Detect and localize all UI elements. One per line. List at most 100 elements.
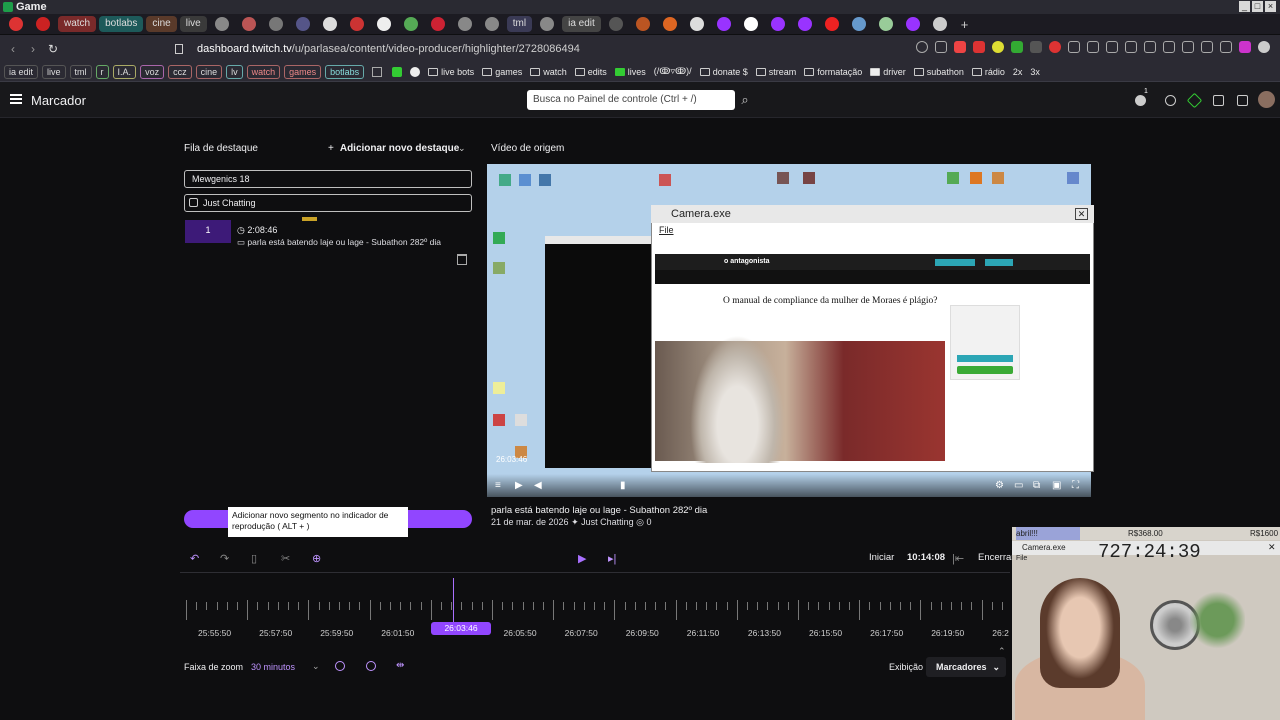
minimize-button[interactable]: _ [1239, 1, 1250, 12]
extension-icon[interactable] [1125, 41, 1137, 53]
tab-icon[interactable] [905, 17, 920, 31]
timeline-play-icon[interactable]: ▶ [578, 552, 586, 565]
search-icon[interactable]: ⌕ [736, 90, 754, 110]
extension-icon[interactable] [392, 66, 403, 77]
scissors-icon[interactable]: ✂ [281, 552, 290, 565]
tab-tml[interactable]: tml [506, 16, 533, 32]
extension-icon[interactable] [1049, 41, 1061, 53]
miniplayer-icon[interactable]: ▣ [1052, 481, 1062, 491]
add-highlight-button[interactable]: Adicionar novo destaque [328, 143, 459, 154]
chevron-down-icon[interactable]: ⌄ [458, 143, 466, 154]
tab-icon[interactable] [932, 17, 947, 31]
timeline-ruler[interactable] [184, 600, 1197, 620]
tab-watch[interactable]: watch [58, 16, 97, 32]
tab-icon[interactable] [9, 17, 23, 31]
avatar[interactable] [1258, 91, 1275, 108]
bookmark-icon[interactable] [175, 43, 183, 54]
folder-subathon[interactable]: subathon [913, 67, 964, 77]
leo-icon[interactable] [1239, 41, 1251, 53]
chapters-icon[interactable]: ≡ [495, 481, 505, 491]
extension-icon[interactable] [1030, 41, 1042, 53]
tab-cine[interactable]: cine [146, 16, 177, 32]
tab-icon[interactable] [484, 17, 499, 31]
fit-icon[interactable]: ⇹ [396, 660, 404, 671]
view-select[interactable]: Marcadores ⌄ [926, 657, 1006, 677]
bookmark-tml[interactable]: tml [69, 64, 92, 79]
bookmark-botlabs[interactable]: botlabs [325, 64, 365, 79]
tab-icon[interactable] [430, 17, 445, 31]
bookmark-ia[interactable]: I.A. [112, 64, 137, 79]
sidebar-icon[interactable] [1182, 41, 1194, 53]
close-icon[interactable]: ✕ [1075, 208, 1088, 220]
folder-formatacao[interactable]: formatação [804, 67, 862, 77]
extension-icon[interactable] [1068, 41, 1080, 53]
folder-driver[interactable]: driver [870, 67, 906, 77]
tab-icon[interactable] [241, 17, 256, 31]
segment-index[interactable]: 1 [185, 220, 231, 243]
extension-icon[interactable] [1011, 41, 1023, 53]
playhead[interactable] [453, 578, 454, 628]
apps-grid-icon[interactable] [372, 66, 383, 77]
tab-icon[interactable] [824, 17, 839, 31]
tab-icon[interactable] [36, 17, 50, 31]
bookmarks-icon[interactable] [1163, 41, 1175, 53]
tab-live[interactable]: live [179, 16, 207, 32]
tab-icon[interactable] [376, 17, 391, 31]
bookmark-r[interactable]: r [95, 64, 109, 79]
bookmark-voz[interactable]: voz [140, 64, 165, 79]
rewards-icon[interactable] [973, 41, 985, 53]
theatre-icon[interactable]: ▭ [1014, 481, 1024, 491]
video-category[interactable]: Just Chatting [581, 517, 634, 527]
vpn-icon[interactable] [1220, 41, 1232, 53]
bookmark-cine[interactable]: cine [195, 64, 223, 79]
close-button[interactable]: × [1265, 1, 1276, 12]
trash-icon[interactable] [457, 254, 467, 265]
bookmark-ia-edit[interactable]: ia edit [4, 64, 39, 79]
bookmark-games[interactable]: games [284, 64, 322, 79]
chevron-down-icon[interactable]: ⌄ [312, 661, 320, 672]
folder-live-bots[interactable]: live bots [428, 67, 474, 77]
extension-icon[interactable] [410, 66, 421, 77]
help-icon[interactable] [1165, 95, 1176, 106]
tab-icon[interactable] [662, 17, 677, 31]
playhead-time[interactable]: 26:03:46 [431, 622, 491, 635]
brave-shield-icon[interactable] [954, 41, 966, 53]
start-time[interactable]: 10:14:08 [907, 552, 945, 563]
category-field[interactable]: Just Chatting [184, 194, 472, 212]
share-icon[interactable] [935, 41, 947, 53]
folder-radio[interactable]: rádio [971, 67, 1005, 77]
extension-icon[interactable] [1106, 41, 1118, 53]
search-input[interactable]: Busca no Painel de controle (Ctrl + /) [527, 90, 735, 110]
menu-icon[interactable] [1258, 41, 1270, 53]
file-menu[interactable]: File [659, 225, 674, 235]
tab-icon[interactable] [878, 17, 893, 31]
tab-icon[interactable] [635, 17, 650, 31]
volume-icon[interactable]: ◀ [534, 481, 544, 491]
mail-icon[interactable] [1213, 95, 1224, 106]
tab-icon[interactable] [214, 17, 229, 31]
folder-stream[interactable]: stream [755, 67, 796, 77]
tab-icon[interactable] [689, 17, 704, 31]
bookmark-3x[interactable]: 3x [1030, 67, 1040, 77]
bookmark-outline-icon[interactable] [1237, 95, 1248, 106]
tab-icon[interactable] [457, 17, 472, 31]
collapse-icon[interactable]: ⌃ [998, 646, 1006, 657]
folder-edits[interactable]: edits [574, 67, 607, 77]
folder-lives[interactable]: lives [614, 67, 646, 77]
tab-icon[interactable] [268, 17, 283, 31]
tab-icon[interactable] [403, 17, 418, 31]
tab-botlabs[interactable]: botlabs [99, 16, 144, 32]
folder-games[interactable]: games [482, 67, 522, 77]
extension-icon[interactable] [992, 41, 1004, 53]
notifications-icon[interactable] [1135, 95, 1146, 106]
tab-ia-edit[interactable]: ia edit [562, 16, 601, 32]
music-icon[interactable] [1144, 41, 1156, 53]
extension-icon[interactable] [1087, 41, 1099, 53]
tab-icon[interactable] [295, 17, 310, 31]
undo-icon[interactable]: ↶ [190, 552, 199, 565]
folder-donate[interactable]: donate $ [699, 67, 748, 77]
forward-icon[interactable]: › [26, 42, 40, 56]
zoom-in-icon[interactable] [335, 661, 345, 671]
add-segment-icon[interactable]: ⊕ [312, 552, 321, 565]
tab-icon[interactable] [608, 17, 623, 31]
